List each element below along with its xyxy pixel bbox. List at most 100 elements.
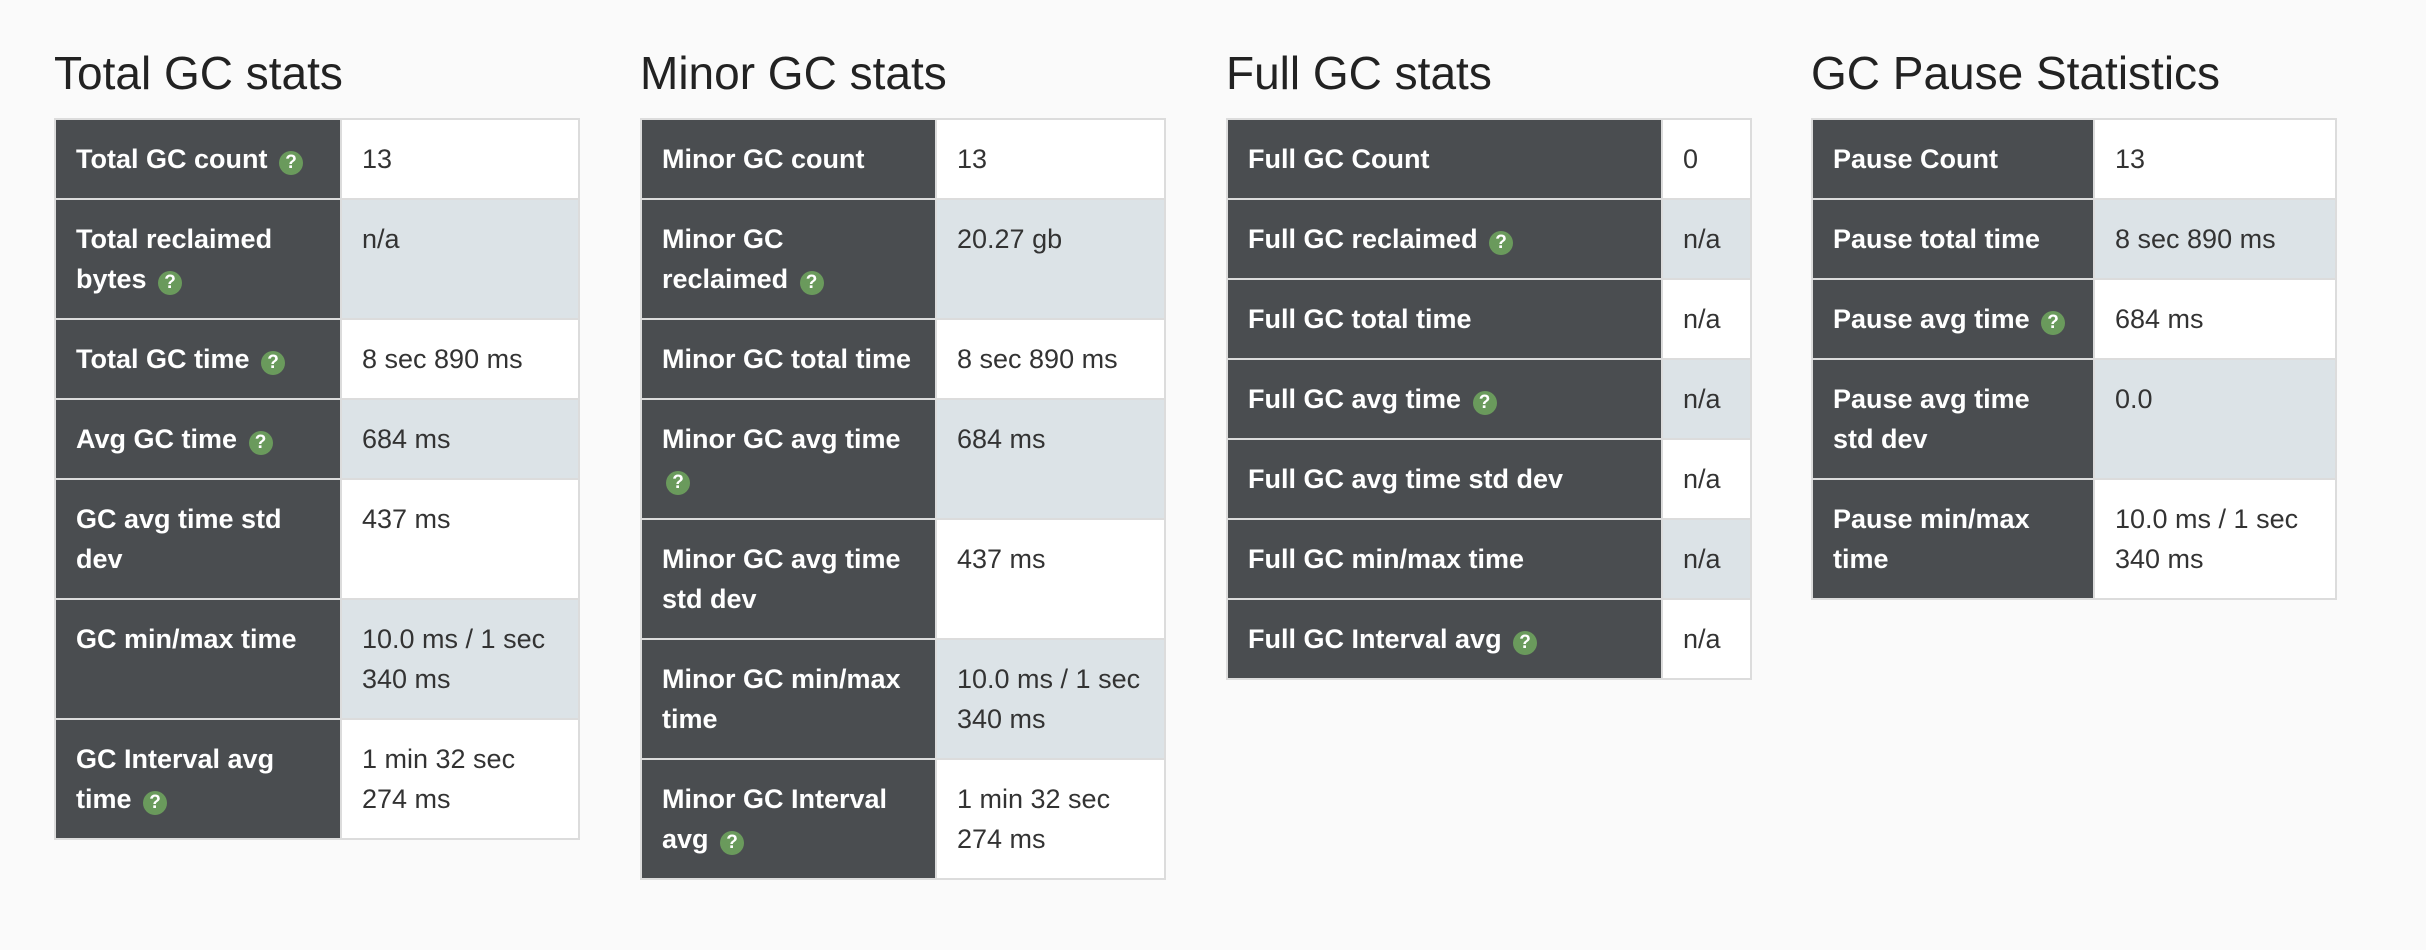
row-label-cell: Pause total time xyxy=(1811,198,2095,280)
help-icon[interactable]: ? xyxy=(143,791,168,815)
section-title: Full GC stats xyxy=(1226,47,1492,99)
table-row: Minor GC avg time ? 684 ms xyxy=(640,398,1166,520)
row-value-cell: 684 ms xyxy=(935,398,1166,520)
row-label: Full GC avg time xyxy=(1248,384,1462,414)
table-row: Full GC Interval avg ? n/a xyxy=(1226,598,1752,680)
row-label-cell: GC Interval avg time ? xyxy=(54,718,342,840)
table-row: Full GC reclaimed ? n/a xyxy=(1226,198,1752,280)
row-label-cell: GC avg time std dev xyxy=(54,478,342,600)
row-label: Avg GC time xyxy=(76,424,238,454)
row-label: Minor GC reclaimed xyxy=(662,224,789,294)
help-icon[interactable]: ? xyxy=(666,471,690,495)
row-label: Pause min/max time xyxy=(1833,504,2030,574)
row-value: n/a xyxy=(1683,224,1721,254)
row-label-cell: Total reclaimed bytes ? xyxy=(54,198,342,320)
row-value: n/a xyxy=(362,224,400,254)
row-label-cell: Minor GC Interval avg ? xyxy=(640,758,937,880)
row-value-cell: 20.27 gb xyxy=(935,198,1166,320)
table-row: Minor GC total time 8 sec 890 ms xyxy=(640,318,1166,400)
row-value-cell: 10.0 ms / 1 sec 340 ms xyxy=(340,598,580,720)
row-value: n/a xyxy=(1683,624,1721,654)
row-label: GC avg time std dev xyxy=(76,504,282,574)
row-value-cell: 13 xyxy=(2093,118,2337,200)
row-value: 8 sec 890 ms xyxy=(2115,224,2276,254)
table-row: Full GC min/max time n/a xyxy=(1226,518,1752,600)
row-value: 437 ms xyxy=(362,504,451,534)
row-label: Total GC time xyxy=(76,344,250,374)
table-row: GC Interval avg time ? 1 min 32 sec 274 m… xyxy=(54,718,580,840)
row-label-cell: Minor GC reclaimed ? xyxy=(640,198,937,320)
row-value: 684 ms xyxy=(2115,304,2204,334)
row-label: Full GC Count xyxy=(1248,144,1430,174)
row-value: n/a xyxy=(1683,464,1721,494)
table-row: Minor GC Interval avg ? 1 min 32 sec 274 … xyxy=(640,758,1166,880)
row-value: 684 ms xyxy=(362,424,451,454)
table-row: Pause avg time ? 684 ms xyxy=(1811,278,2337,360)
row-value: 0.0 xyxy=(2115,384,2153,414)
row-label-cell: Minor GC min/max time xyxy=(640,638,937,760)
table-row: Total reclaimed bytes ? n/a xyxy=(54,198,580,320)
row-label: Pause avg time xyxy=(1833,304,2030,334)
help-icon[interactable]: ? xyxy=(1489,231,1514,255)
help-icon[interactable]: ? xyxy=(248,431,273,455)
table-row: Full GC avg time ? n/a xyxy=(1226,358,1752,440)
row-value: 20.27 gb xyxy=(957,224,1063,254)
help-icon[interactable]: ? xyxy=(279,151,303,175)
row-label-cell: Pause min/max time xyxy=(1811,478,2095,600)
row-label-cell: Pause avg time ? xyxy=(1811,278,2095,360)
help-icon[interactable]: ? xyxy=(158,271,183,295)
row-value-cell: 684 ms xyxy=(2093,278,2337,360)
row-value-cell: n/a xyxy=(340,198,580,320)
table-row: Avg GC time ? 684 ms xyxy=(54,398,580,480)
row-label-cell: Total GC time ? xyxy=(54,318,342,400)
table-row: Minor GC reclaimed ? 20.27 gb xyxy=(640,198,1166,320)
row-value: 13 xyxy=(2115,144,2146,174)
row-value: 8 sec 890 ms xyxy=(362,344,523,374)
table-row: Total GC count ? 13 xyxy=(54,118,580,200)
row-label-cell: Full GC avg time ? xyxy=(1226,358,1663,440)
minor-gc-stats-section: Minor GC stats Minor GC count 13 Minor GC … xyxy=(640,42,1166,880)
row-value: 10.0 ms / 1 sec 340 ms xyxy=(362,624,546,694)
help-icon[interactable]: ? xyxy=(1513,631,1538,655)
row-value: 10.0 ms / 1 sec 340 ms xyxy=(2115,504,2299,574)
table-row: GC min/max time 10.0 ms / 1 sec 340 ms xyxy=(54,598,580,720)
help-icon[interactable]: ? xyxy=(1472,391,1497,415)
row-label: Full GC reclaimed xyxy=(1248,224,1478,254)
row-label-cell: Full GC reclaimed ? xyxy=(1226,198,1663,280)
row-value-cell: 437 ms xyxy=(340,478,580,600)
row-label: Pause avg time std dev xyxy=(1833,384,2030,454)
row-label: Minor GC count xyxy=(662,144,865,174)
row-value-cell: 10.0 ms / 1 sec 340 ms xyxy=(2093,478,2337,600)
help-icon[interactable]: ? xyxy=(2041,311,2066,335)
help-icon[interactable]: ? xyxy=(799,271,824,295)
row-label-cell: Full GC Count xyxy=(1226,118,1663,200)
table-row: Minor GC avg time std dev 437 ms xyxy=(640,518,1166,640)
row-value: 1 min 32 sec 274 ms xyxy=(957,784,1111,854)
help-icon[interactable]: ? xyxy=(261,351,286,375)
table-row: Pause avg time std dev 0.0 xyxy=(1811,358,2337,480)
row-value-cell: 684 ms xyxy=(340,398,580,480)
row-value-cell: n/a xyxy=(1661,438,1752,520)
row-label: Minor GC total time xyxy=(662,344,911,374)
row-label: GC min/max time xyxy=(76,624,297,654)
row-label-cell: Avg GC time ? xyxy=(54,398,342,480)
section-title: GC Pause Statistics xyxy=(1811,47,2221,99)
row-value: n/a xyxy=(1683,384,1721,414)
help-icon[interactable]: ? xyxy=(720,831,745,855)
row-value: n/a xyxy=(1683,304,1721,334)
row-value: 1 min 32 sec 274 ms xyxy=(362,744,516,814)
row-value-cell: 8 sec 890 ms xyxy=(2093,198,2337,280)
gc-pause-statistics-section: GC Pause Statistics Pause Count 13 Pause t… xyxy=(1811,42,2337,600)
row-value-cell: 1 min 32 sec 274 ms xyxy=(935,758,1166,880)
row-label-cell: Minor GC avg time ? xyxy=(640,398,937,520)
row-value: 684 ms xyxy=(957,424,1046,454)
table-row: Full GC avg time std dev n/a xyxy=(1226,438,1752,520)
row-value-cell: n/a xyxy=(1661,198,1752,280)
row-value: 10.0 ms / 1 sec 340 ms xyxy=(957,664,1141,734)
row-value-cell: 1 min 32 sec 274 ms xyxy=(340,718,580,840)
row-label: Minor GC Interval avg xyxy=(662,784,888,854)
row-label-cell: Total GC count ? xyxy=(54,118,342,200)
table-row: Full GC total time n/a xyxy=(1226,278,1752,360)
row-value: 13 xyxy=(957,144,988,174)
row-label-cell: Full GC avg time std dev xyxy=(1226,438,1663,520)
